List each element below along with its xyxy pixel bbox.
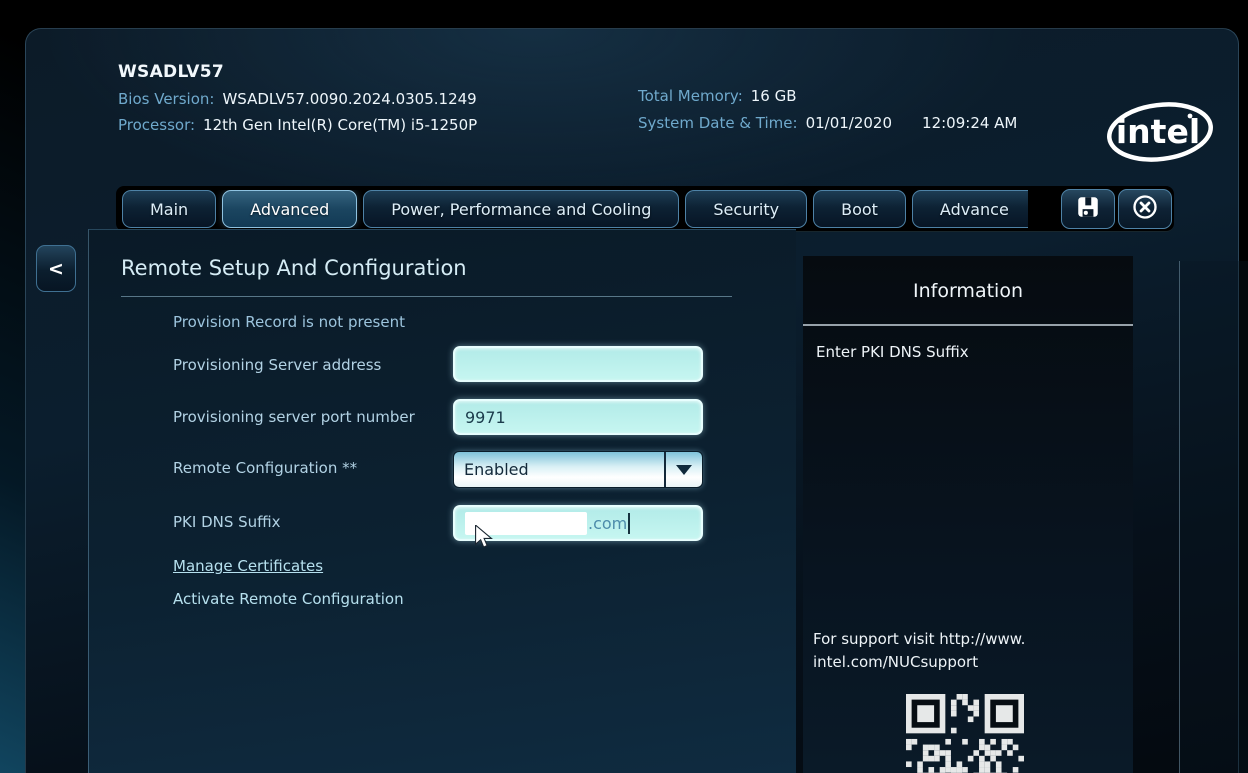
information-help-text: Enter PKI DNS Suffix bbox=[816, 343, 969, 361]
tab-bar: Main Advanced Power, Performance and Coo… bbox=[116, 186, 1174, 232]
dropdown-arrow-button[interactable] bbox=[666, 452, 702, 487]
remote-config-value: Enabled bbox=[454, 452, 666, 487]
tab-advance-clipped[interactable]: Advance bbox=[912, 190, 1028, 228]
title-divider bbox=[121, 296, 732, 297]
date-value: 01/01/2020 bbox=[806, 114, 892, 132]
qr-code bbox=[906, 694, 1024, 773]
svg-text:intel: intel bbox=[1116, 112, 1200, 151]
remote-config-select[interactable]: Enabled bbox=[453, 451, 703, 488]
intel-logo: intel bbox=[1104, 95, 1216, 173]
total-memory-label: Total Memory: bbox=[638, 87, 743, 105]
information-title: Information bbox=[803, 280, 1133, 302]
total-memory-value: 16 GB bbox=[751, 87, 797, 105]
tab-security[interactable]: Security bbox=[685, 190, 807, 228]
bios-version-value: WSADLV57.0090.2024.0305.1249 bbox=[222, 90, 476, 108]
tabs: Main Advanced Power, Performance and Coo… bbox=[122, 190, 1028, 228]
pki-dns-suffix-label: PKI DNS Suffix bbox=[173, 513, 281, 531]
server-port-label: Provisioning server port number bbox=[173, 408, 415, 426]
page-title: Remote Setup And Configuration bbox=[121, 256, 467, 280]
tab-advanced[interactable]: Advanced bbox=[222, 190, 357, 228]
close-circle-icon bbox=[1131, 193, 1159, 225]
information-panel: Information Enter PKI DNS Suffix For sup… bbox=[803, 256, 1133, 773]
bios-screen: { "header": { "model": "WSADLV57", "bios… bbox=[0, 0, 1248, 773]
settings-panel: Remote Setup And Configuration Provision… bbox=[88, 229, 796, 773]
system-summary: WSADLV57 Bios Version: WSADLV57.0090.2024… bbox=[118, 62, 477, 134]
pki-dns-suffix-visible-value: .com bbox=[588, 514, 627, 533]
server-address-input[interactable] bbox=[453, 346, 703, 382]
remote-config-label: Remote Configuration ** bbox=[173, 459, 357, 477]
tab-power-label: Power, Performance and Cooling bbox=[391, 200, 651, 219]
support-url-text: For support visit http://www.intel.com/N… bbox=[813, 628, 1027, 673]
provision-record-status: Provision Record is not present bbox=[173, 313, 405, 331]
save-button[interactable] bbox=[1061, 189, 1115, 229]
tab-actions bbox=[1061, 189, 1172, 229]
text-caret bbox=[628, 513, 630, 534]
floppy-disk-icon bbox=[1075, 194, 1101, 224]
activate-remote-config-item[interactable]: Activate Remote Configuration bbox=[173, 590, 404, 608]
processor-label: Processor: bbox=[118, 116, 195, 134]
exit-button[interactable] bbox=[1118, 189, 1172, 229]
chevron-down-icon bbox=[676, 465, 692, 475]
mouse-cursor bbox=[474, 525, 493, 553]
tab-main[interactable]: Main bbox=[122, 190, 216, 228]
tab-security-label: Security bbox=[713, 200, 779, 219]
tab-boot[interactable]: Boot bbox=[813, 190, 906, 228]
datetime-label: System Date & Time: bbox=[638, 114, 798, 132]
information-divider bbox=[803, 324, 1133, 326]
tab-boot-label: Boot bbox=[841, 200, 878, 219]
tab-power-performance-cooling[interactable]: Power, Performance and Cooling bbox=[363, 190, 679, 228]
scrollbar-track[interactable] bbox=[1179, 261, 1248, 773]
manage-certificates-link[interactable]: Manage Certificates bbox=[173, 557, 323, 575]
time-value: 12:09:24 AM bbox=[922, 114, 1017, 132]
tab-advanced-label: Advanced bbox=[250, 200, 329, 219]
server-address-label: Provisioning Server address bbox=[173, 356, 381, 374]
back-chevron-icon: < bbox=[48, 258, 64, 280]
model-name: WSADLV57 bbox=[118, 62, 477, 82]
processor-value: 12th Gen Intel(R) Core(TM) i5-1250P bbox=[203, 116, 477, 134]
tab-advance-label: Advance bbox=[940, 200, 1009, 219]
bios-version-label: Bios Version: bbox=[118, 90, 214, 108]
tab-main-label: Main bbox=[150, 200, 188, 219]
back-button[interactable]: < bbox=[36, 245, 76, 292]
memory-datetime-summary: Total Memory: 16 GB System Date & Time: 01… bbox=[638, 87, 1017, 132]
server-port-input[interactable] bbox=[453, 399, 703, 435]
